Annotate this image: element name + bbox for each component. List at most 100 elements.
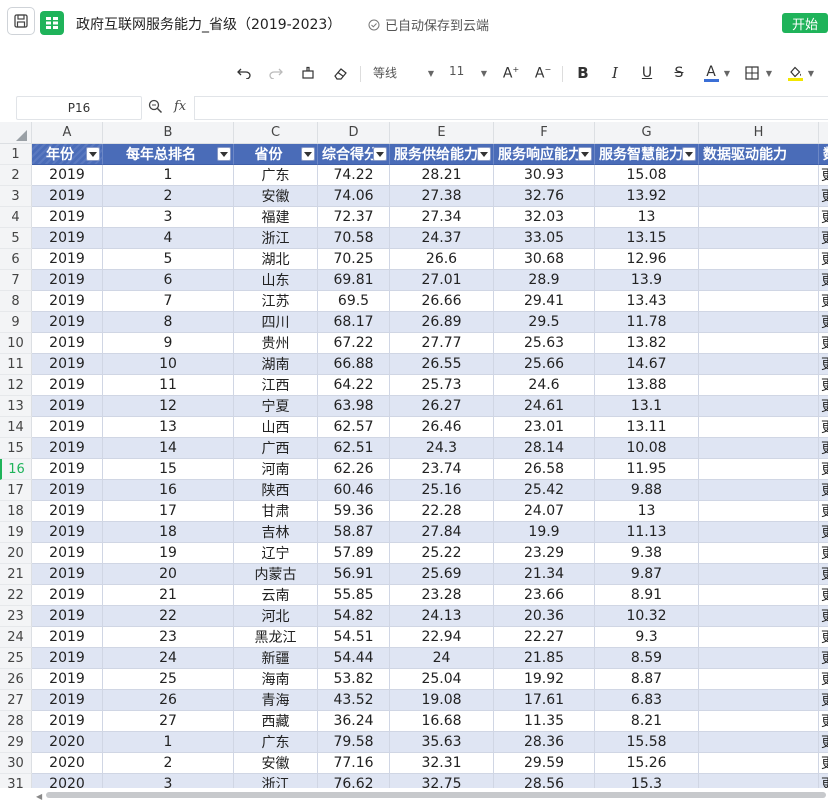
row-header[interactable]: 19 [0,522,32,543]
table-cell[interactable]: 2020 [32,774,103,788]
table-cell[interactable]: 16 [103,480,234,501]
table-cell[interactable]: 更 [819,186,828,207]
table-cell[interactable]: 11.78 [595,312,699,333]
table-cell[interactable] [699,774,819,788]
header-cell[interactable]: 服务智慧能力 [595,144,699,165]
table-cell[interactable]: 13.43 [595,291,699,312]
table-cell[interactable]: 2019 [32,333,103,354]
table-cell[interactable]: 15 [103,459,234,480]
table-cell[interactable]: 2019 [32,690,103,711]
table-cell[interactable]: 32.76 [494,186,595,207]
table-cell[interactable]: 更 [819,438,828,459]
table-cell[interactable] [699,459,819,480]
row-header[interactable]: 14 [0,417,32,438]
format-painter-icon[interactable] [300,62,316,84]
table-cell[interactable]: 10.08 [595,438,699,459]
table-cell[interactable]: 1 [103,732,234,753]
table-cell[interactable]: 更 [819,165,828,186]
table-cell[interactable]: 67.22 [318,333,390,354]
table-cell[interactable]: 山东 [234,270,318,291]
row-header[interactable]: 7 [0,270,32,291]
table-cell[interactable]: 29.59 [494,753,595,774]
increase-font-icon[interactable]: A+ [503,62,519,84]
header-cell[interactable]: 综合得分 [318,144,390,165]
row-header[interactable]: 17 [0,480,32,501]
column-header-d[interactable]: D [318,122,390,144]
table-cell[interactable]: 26.55 [390,354,494,375]
table-cell[interactable] [699,690,819,711]
table-cell[interactable]: 76.62 [318,774,390,788]
table-cell[interactable]: 河北 [234,606,318,627]
table-cell[interactable]: 19.9 [494,522,595,543]
table-cell[interactable]: 54.44 [318,648,390,669]
table-cell[interactable]: 2019 [32,669,103,690]
table-cell[interactable]: 24.61 [494,396,595,417]
table-cell[interactable]: 5 [103,249,234,270]
table-cell[interactable] [699,585,819,606]
start-button[interactable]: 开始 [782,13,828,33]
table-cell[interactable]: 贵州 [234,333,318,354]
table-cell[interactable]: 更 [819,648,828,669]
header-cell[interactable]: 服务响应能力 [494,144,595,165]
table-cell[interactable]: 12.96 [595,249,699,270]
table-cell[interactable]: 25.04 [390,669,494,690]
header-cell[interactable]: 年份 [32,144,103,165]
eraser-icon[interactable] [332,62,348,84]
table-cell[interactable]: 22.28 [390,501,494,522]
table-cell[interactable]: 14.67 [595,354,699,375]
table-cell[interactable]: 21.34 [494,564,595,585]
table-cell[interactable]: 2019 [32,165,103,186]
table-cell[interactable]: 3 [103,207,234,228]
table-cell[interactable]: 西藏 [234,711,318,732]
row-header[interactable]: 4 [0,207,32,228]
table-cell[interactable]: 22.27 [494,627,595,648]
table-cell[interactable]: 25.16 [390,480,494,501]
bold-icon[interactable]: B [576,62,590,84]
underline-icon[interactable]: U [640,62,654,84]
font-size-select[interactable]: 11 [449,64,464,78]
table-cell[interactable]: 23.66 [494,585,595,606]
table-cell[interactable]: 25 [103,669,234,690]
table-cell[interactable]: 更 [819,501,828,522]
table-cell[interactable]: 广东 [234,165,318,186]
table-cell[interactable]: 74.22 [318,165,390,186]
table-cell[interactable]: 9.88 [595,480,699,501]
table-cell[interactable]: 19.92 [494,669,595,690]
row-header[interactable]: 9 [0,312,32,333]
filter-dropdown-icon[interactable] [86,147,100,161]
table-cell[interactable]: 26.6 [390,249,494,270]
table-cell[interactable]: 4 [103,228,234,249]
table-cell[interactable]: 9.3 [595,627,699,648]
table-cell[interactable] [699,333,819,354]
table-cell[interactable]: 77.16 [318,753,390,774]
table-cell[interactable]: 广西 [234,438,318,459]
save-icon[interactable] [7,7,35,35]
table-cell[interactable]: 6 [103,270,234,291]
table-cell[interactable]: 24 [390,648,494,669]
table-cell[interactable]: 2020 [32,753,103,774]
table-cell[interactable]: 更 [819,585,828,606]
table-cell[interactable]: 更 [819,774,828,788]
column-header-b[interactable]: B [103,122,234,144]
table-cell[interactable]: 安徽 [234,186,318,207]
table-cell[interactable]: 20.36 [494,606,595,627]
table-cell[interactable]: 23.28 [390,585,494,606]
table-cell[interactable]: 辽宁 [234,543,318,564]
column-header-e[interactable]: E [390,122,494,144]
table-cell[interactable]: 更 [819,627,828,648]
row-header[interactable]: 26 [0,669,32,690]
filter-dropdown-icon[interactable] [217,147,231,161]
table-cell[interactable]: 30.93 [494,165,595,186]
table-cell[interactable]: 55.85 [318,585,390,606]
row-header[interactable]: 16 [0,459,32,480]
table-cell[interactable]: 18 [103,522,234,543]
row-header[interactable]: 8 [0,291,32,312]
filter-dropdown-icon[interactable] [578,147,592,161]
table-cell[interactable]: 25.22 [390,543,494,564]
row-header[interactable]: 30 [0,753,32,774]
table-cell[interactable]: 2019 [32,186,103,207]
row-header[interactable]: 10 [0,333,32,354]
row-header[interactable]: 28 [0,711,32,732]
table-cell[interactable]: 27.77 [390,333,494,354]
table-cell[interactable]: 8.87 [595,669,699,690]
